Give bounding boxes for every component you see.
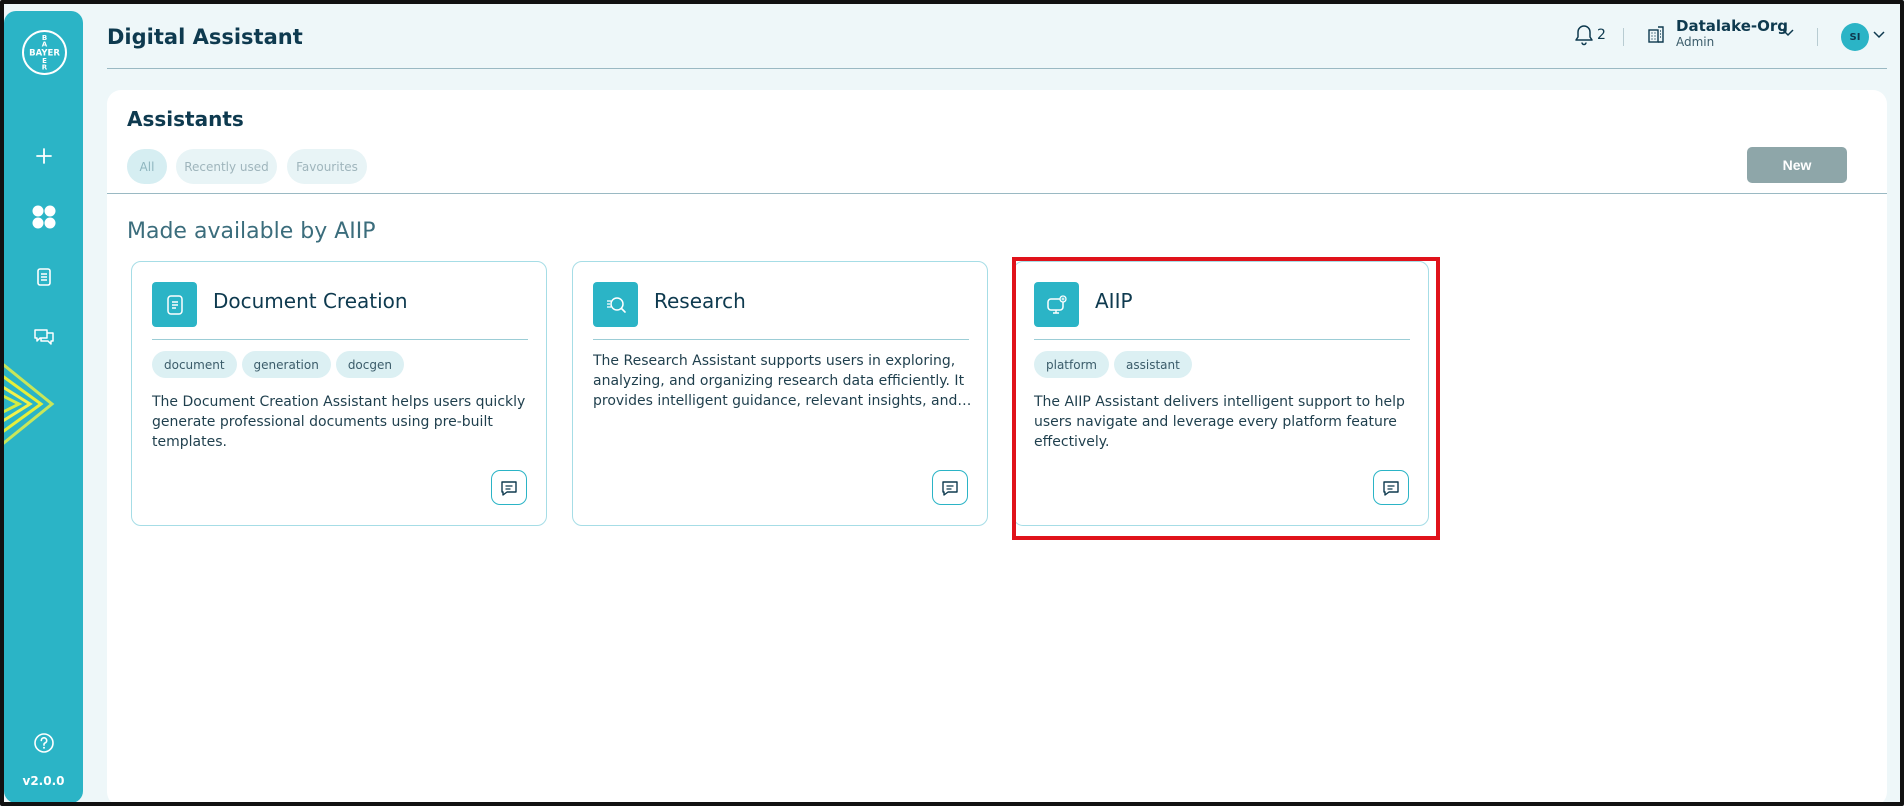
assistants-panel: Assistants All Recently used Favourites … bbox=[107, 90, 1887, 806]
start-chat-button[interactable] bbox=[491, 470, 527, 505]
chat-icon bbox=[1383, 480, 1399, 496]
tag: docgen bbox=[335, 351, 404, 378]
assistant-monitor-icon bbox=[1046, 294, 1067, 314]
new-chat-button[interactable] bbox=[24, 136, 64, 176]
notifications-count: 2 bbox=[1597, 27, 1606, 43]
document-icon bbox=[37, 268, 51, 286]
card-title: Research bbox=[654, 289, 746, 313]
sidebar: BAYER B A E R v2.0.0 bbox=[4, 11, 83, 803]
card-description: The AIIP Assistant delivers intelligent … bbox=[1034, 394, 1405, 450]
svg-text:A: A bbox=[42, 41, 48, 49]
new-assistant-button[interactable]: New bbox=[1747, 147, 1847, 183]
card-divider bbox=[152, 339, 528, 340]
building-icon bbox=[1648, 25, 1664, 43]
tag: assistant bbox=[1114, 351, 1192, 378]
tag: platform bbox=[1034, 351, 1109, 378]
app-title: Digital Assistant bbox=[107, 25, 303, 49]
chat-icon bbox=[501, 480, 517, 496]
decorative-chevrons-icon bbox=[4, 363, 55, 445]
card-divider bbox=[593, 339, 969, 340]
filter-favourites[interactable]: Favourites bbox=[287, 149, 367, 184]
assistants-nav-button[interactable] bbox=[24, 197, 64, 237]
card-tags: document generation docgen bbox=[152, 351, 404, 378]
page-title: Assistants bbox=[127, 107, 244, 131]
org-name: Datalake-Org bbox=[1676, 17, 1788, 35]
card-tags: platform assistant bbox=[1034, 351, 1192, 378]
card-description: The Research Assistant supports users in… bbox=[593, 353, 965, 409]
grid-icon bbox=[32, 205, 56, 229]
bayer-logo[interactable]: BAYER B A E R bbox=[22, 30, 67, 75]
filter-all[interactable]: All bbox=[127, 149, 167, 184]
card-title: Document Creation bbox=[213, 289, 408, 313]
start-chat-button[interactable] bbox=[1373, 470, 1409, 505]
filter-recently-used[interactable]: Recently used bbox=[176, 149, 277, 184]
chevron-down-icon[interactable] bbox=[1781, 28, 1795, 38]
panel-divider bbox=[107, 193, 1887, 194]
org-switcher[interactable]: Datalake-Org Admin bbox=[1646, 17, 1788, 50]
svg-text:R: R bbox=[42, 64, 48, 72]
chat-icon bbox=[942, 480, 958, 496]
document-icon bbox=[166, 294, 183, 315]
tag: generation bbox=[241, 351, 331, 378]
card-icon bbox=[593, 282, 638, 327]
header-divider bbox=[1817, 28, 1818, 46]
org-role: Admin bbox=[1676, 35, 1715, 49]
bell-icon bbox=[1575, 25, 1593, 46]
start-chat-button[interactable] bbox=[932, 470, 968, 505]
help-button[interactable] bbox=[24, 723, 64, 763]
card-title: AIIP bbox=[1095, 289, 1133, 313]
notifications-button[interactable]: 2 bbox=[1574, 24, 1606, 46]
assistant-card-document-creation[interactable]: Document Creation document generation do… bbox=[131, 261, 547, 526]
plus-icon bbox=[36, 148, 52, 164]
assistant-card-research[interactable]: Research The Research Assistant supports… bbox=[572, 261, 988, 526]
header-divider-line bbox=[107, 68, 1887, 69]
card-icon bbox=[1034, 282, 1079, 327]
header-divider bbox=[1623, 28, 1624, 46]
chevron-down-icon[interactable] bbox=[1872, 30, 1886, 40]
card-divider bbox=[1034, 339, 1410, 340]
card-icon bbox=[152, 282, 197, 327]
assistant-card-aiip[interactable]: AIIP platform assistant The AIIP Assista… bbox=[1013, 261, 1429, 526]
chat-bubbles-icon bbox=[34, 329, 54, 345]
documents-nav-button[interactable] bbox=[24, 257, 64, 297]
app-version: v2.0.0 bbox=[22, 774, 65, 788]
search-document-icon bbox=[606, 296, 626, 313]
tag: document bbox=[152, 351, 237, 378]
help-icon bbox=[34, 733, 54, 753]
section-title: Made available by AIIP bbox=[127, 219, 376, 244]
avatar[interactable]: SI bbox=[1841, 23, 1869, 51]
bayer-logo-icon: BAYER B A E R bbox=[29, 34, 60, 72]
card-description: The Document Creation Assistant helps us… bbox=[152, 394, 526, 450]
